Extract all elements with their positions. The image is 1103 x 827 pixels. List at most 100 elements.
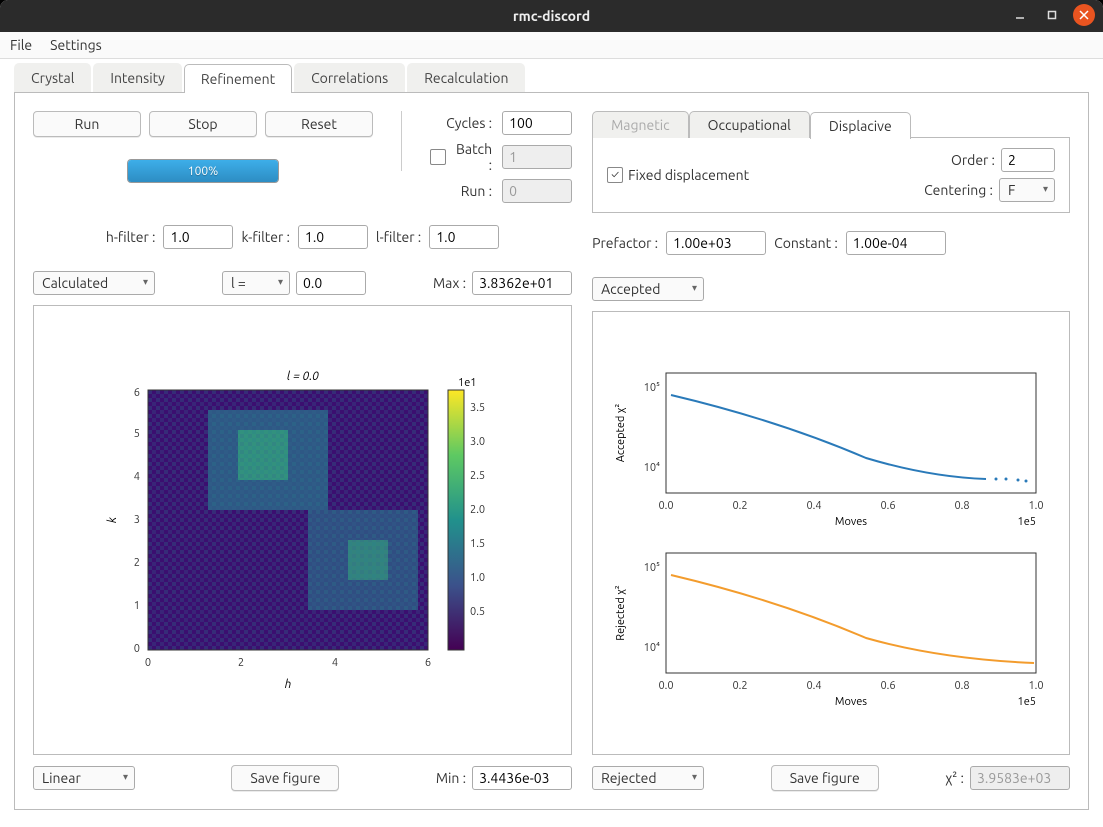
tab-correlations[interactable]: Correlations: [294, 63, 405, 92]
svg-text:1e5: 1e5: [1018, 516, 1036, 528]
svg-text:0.0: 0.0: [658, 680, 673, 692]
prefactor-label: Prefactor :: [592, 235, 658, 251]
svg-text:1.0: 1.0: [470, 572, 485, 584]
svg-text:0.8: 0.8: [954, 680, 969, 692]
tab-intensity[interactable]: Intensity: [93, 63, 182, 92]
subtab-magnetic: Magnetic: [592, 111, 689, 138]
svg-text:6: 6: [424, 657, 430, 669]
svg-text:h: h: [284, 678, 291, 691]
svg-text:Rejected χ²: Rejected χ²: [615, 585, 627, 641]
svg-text:0.2: 0.2: [732, 500, 747, 512]
svg-text:1e5: 1e5: [1018, 696, 1036, 708]
svg-text:0.4: 0.4: [806, 680, 821, 692]
maximize-button[interactable]: [1041, 4, 1063, 26]
kfilter-label: k-filter :: [241, 229, 289, 245]
cycles-input[interactable]: [502, 111, 572, 135]
svg-text:0: 0: [133, 643, 139, 655]
order-label: Order :: [951, 152, 995, 168]
heatmap-plot: l = 0.0 0 1 2 3 4 5 6: [33, 305, 572, 755]
tab-recalculation[interactable]: Recalculation: [407, 63, 525, 92]
svg-text:2: 2: [237, 657, 243, 669]
min-label: Min :: [436, 770, 466, 786]
svg-text:0.2: 0.2: [732, 680, 747, 692]
menu-settings[interactable]: Settings: [50, 37, 102, 53]
svg-text:3.0: 3.0: [470, 436, 485, 448]
bottom-chart-select[interactable]: Rejected: [592, 766, 704, 790]
svg-text:0.0: 0.0: [658, 500, 673, 512]
run-count-input: [502, 179, 572, 203]
svg-text:1: 1: [133, 600, 139, 612]
chi-label: χ² :: [945, 770, 964, 786]
tab-refinement[interactable]: Refinement: [184, 64, 292, 93]
kfilter-input[interactable]: [298, 225, 368, 249]
svg-text:10⁴: 10⁴: [644, 462, 660, 474]
svg-text:Moves: Moves: [835, 516, 867, 528]
constant-label: Constant :: [774, 235, 838, 251]
svg-text:10⁴: 10⁴: [644, 642, 660, 654]
min-input[interactable]: [472, 766, 572, 790]
menu-bar: File Settings: [0, 32, 1103, 59]
svg-text:1.0: 1.0: [1028, 680, 1043, 692]
window-title: rmc-discord: [513, 8, 590, 24]
close-button[interactable]: [1073, 4, 1095, 26]
batch-checkbox[interactable]: [430, 149, 446, 165]
svg-text:0.6: 0.6: [880, 500, 895, 512]
subtab-occupational[interactable]: Occupational: [689, 111, 810, 138]
axis-value-input[interactable]: [296, 271, 366, 295]
progress-bar: 100%: [127, 159, 279, 183]
svg-text:1.0: 1.0: [1028, 500, 1043, 512]
svg-text:Accepted χ²: Accepted χ²: [615, 404, 627, 463]
progress-text: 100%: [128, 160, 278, 182]
subtab-displacive[interactable]: Displacive: [810, 112, 911, 139]
hfilter-input[interactable]: [163, 225, 233, 249]
top-chart-select[interactable]: Accepted: [592, 277, 704, 301]
save-figure-right-button[interactable]: Save figure: [771, 765, 879, 791]
save-figure-left-button[interactable]: Save figure: [231, 765, 339, 791]
svg-text:k: k: [106, 516, 119, 523]
hfilter-label: h-filter :: [106, 229, 156, 245]
reset-button[interactable]: Reset: [265, 111, 373, 137]
tab-crystal[interactable]: Crystal: [14, 63, 91, 92]
scale-select[interactable]: Linear: [33, 766, 135, 790]
svg-text:0.5: 0.5: [470, 606, 485, 618]
svg-text:6: 6: [133, 387, 139, 399]
run-count-label: Run :: [461, 183, 492, 199]
constant-input[interactable]: [846, 231, 946, 255]
svg-text:1.5: 1.5: [470, 538, 485, 550]
fixed-displacement-checkbox[interactable]: ✓ Fixed displacement: [607, 167, 749, 183]
svg-text:0.4: 0.4: [806, 500, 821, 512]
svg-text:Moves: Moves: [835, 696, 867, 708]
svg-text:0: 0: [144, 657, 150, 669]
lfilter-input[interactable]: [429, 225, 499, 249]
main-tabs: Crystal Intensity Refinement Correlation…: [14, 63, 1089, 93]
svg-text:1e1: 1e1: [458, 377, 476, 389]
svg-text:10⁵: 10⁵: [644, 562, 660, 574]
svg-text:3: 3: [133, 514, 139, 526]
max-input[interactable]: [472, 271, 572, 295]
centering-label: Centering :: [924, 182, 993, 198]
svg-text:4: 4: [133, 471, 139, 483]
prefactor-input[interactable]: [666, 231, 766, 255]
svg-text:2: 2: [133, 557, 139, 569]
run-button[interactable]: Run: [33, 111, 141, 137]
svg-text:5: 5: [133, 428, 139, 440]
svg-text:4: 4: [331, 657, 337, 669]
svg-text:10⁵: 10⁵: [644, 382, 660, 394]
max-label: Max :: [433, 275, 466, 291]
cycles-label: Cycles :: [446, 115, 492, 131]
stop-button[interactable]: Stop: [149, 111, 257, 137]
menu-file[interactable]: File: [10, 37, 32, 53]
batch-input: [502, 145, 572, 169]
svg-text:3.5: 3.5: [470, 402, 485, 414]
centering-select[interactable]: F: [999, 178, 1055, 202]
axis-select[interactable]: l =: [222, 271, 290, 295]
svg-text:2.0: 2.0: [470, 504, 485, 516]
chi-plots: Accepted χ² 10⁵ 10⁴ 0.0 0.2 0.4 0.6 0.8 1.0 Mo…: [592, 311, 1070, 755]
svg-text:l = 0.0: l = 0.0: [286, 370, 318, 383]
svg-text:0.6: 0.6: [880, 680, 895, 692]
order-input[interactable]: [1001, 148, 1055, 172]
minimize-button[interactable]: [1009, 4, 1031, 26]
titlebar: rmc-discord: [0, 0, 1103, 32]
plot-type-select[interactable]: Calculated: [33, 271, 155, 295]
svg-text:2.5: 2.5: [470, 470, 485, 482]
